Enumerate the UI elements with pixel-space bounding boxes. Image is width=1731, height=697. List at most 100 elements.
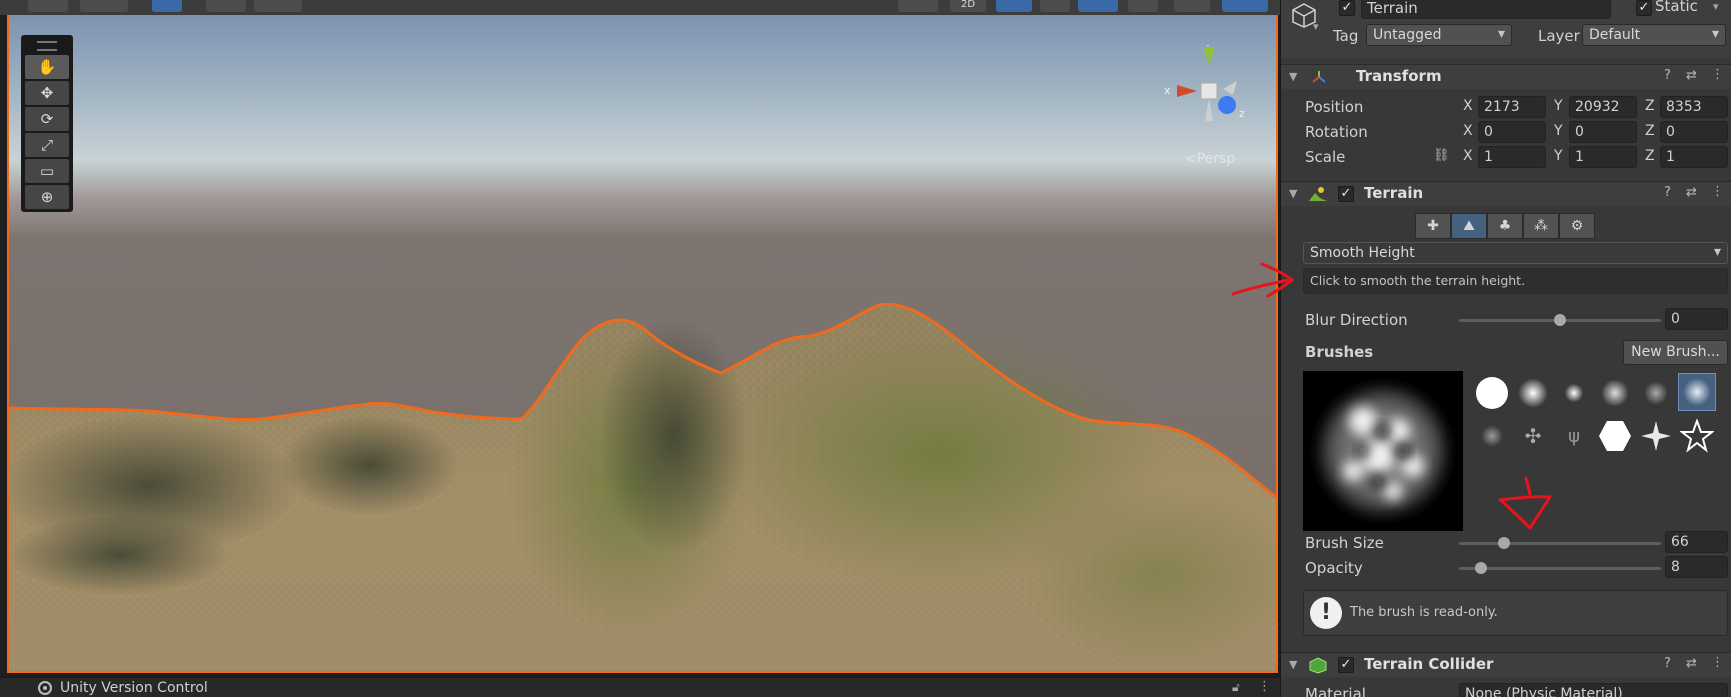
scale-z-field[interactable]: 1: [1660, 146, 1728, 168]
static-checkbox[interactable]: ✓: [1636, 0, 1652, 16]
blur-direction-field[interactable]: 0: [1665, 308, 1728, 330]
position-y-field[interactable]: 20932: [1569, 96, 1637, 118]
gizmo-center-cube[interactable]: [1200, 82, 1218, 100]
hand-tool-icon[interactable]: ✋: [25, 55, 69, 79]
palette-grip[interactable]: [37, 41, 57, 51]
rotation-y-field[interactable]: 0: [1569, 121, 1637, 143]
icon-dropdown-icon[interactable]: ▾: [1313, 20, 1319, 33]
terrain-enabled-checkbox[interactable]: ✓: [1338, 186, 1354, 202]
rotation-x-field[interactable]: 0: [1478, 121, 1546, 143]
brush-size-knob[interactable]: [1498, 537, 1510, 549]
position-z-axis[interactable]: Z: [1645, 98, 1655, 114]
transform-header[interactable]: ▼ Transform ? ⇄ ⋮: [1281, 64, 1731, 89]
brush-selected-icon[interactable]: [1678, 373, 1716, 411]
terrain-foldout-icon[interactable]: ▼: [1289, 187, 1297, 200]
version-control-icon[interactable]: [38, 680, 52, 695]
transform-foldout-icon[interactable]: ▼: [1289, 70, 1297, 83]
paint-terrain-icon[interactable]: ⛰: [1451, 213, 1487, 239]
brush-size-track[interactable]: [1459, 542, 1661, 545]
audio-button[interactable]: [1040, 0, 1070, 12]
brush-grass-icon[interactable]: ψ: [1555, 417, 1593, 455]
scale-y-axis[interactable]: Y: [1554, 148, 1563, 164]
component-menu-icon[interactable]: ⋮: [1711, 67, 1724, 82]
brush-soft-circle-icon[interactable]: [1514, 374, 1552, 412]
terrain-tool-dropdown[interactable]: Smooth Height: [1303, 242, 1728, 264]
lighting-button[interactable]: [996, 0, 1032, 12]
rotation-y-axis[interactable]: Y: [1554, 123, 1563, 139]
material-field[interactable]: None (Physic Material): [1459, 683, 1728, 697]
terrain-collider-enabled-checkbox[interactable]: ✓: [1338, 657, 1354, 673]
scale-x-axis[interactable]: X: [1463, 148, 1473, 164]
toggle-2d-button[interactable]: 2D: [950, 0, 986, 12]
scale-x-field[interactable]: 1: [1478, 146, 1546, 168]
collider-help-icon[interactable]: ?: [1664, 656, 1671, 671]
snap-button[interactable]: [206, 0, 246, 12]
rotate-tool-icon[interactable]: ⟳: [25, 107, 69, 131]
transform-tool-icon[interactable]: ⊕: [25, 185, 69, 209]
shading-button[interactable]: [898, 0, 938, 12]
collider-menu-icon[interactable]: ⋮: [1711, 655, 1724, 670]
brush-cloud-icon[interactable]: [1596, 374, 1634, 412]
pivot-button[interactable]: [152, 0, 182, 12]
more-menu-icon[interactable]: ⋮: [1258, 679, 1271, 694]
paint-details-icon[interactable]: ⁂: [1523, 213, 1559, 239]
presets-icon[interactable]: ⇄: [1686, 68, 1697, 83]
blur-direction-knob[interactable]: [1554, 314, 1566, 326]
brush-size-field[interactable]: 66: [1665, 531, 1728, 553]
gizmo-x-cone[interactable]: [1177, 85, 1197, 97]
brush-hexagon-icon[interactable]: [1596, 417, 1634, 455]
collider-presets-icon[interactable]: ⇄: [1686, 656, 1697, 671]
orientation-gizmo[interactable]: y x z: [1161, 45, 1261, 145]
paint-trees-icon[interactable]: ♣: [1487, 213, 1523, 239]
terrain-collider-header[interactable]: ▼ ✓ Terrain Collider ? ⇄ ⋮: [1281, 652, 1731, 677]
constrain-proportions-icon[interactable]: ⛓︎: [1433, 148, 1450, 163]
opacity-knob[interactable]: [1475, 562, 1487, 574]
static-dropdown-icon[interactable]: ▾: [1713, 0, 1719, 13]
gizmo-toggle-button[interactable]: [80, 0, 128, 12]
gizmo-neg-x-cone[interactable]: [1223, 81, 1237, 95]
brush-crack-icon[interactable]: ✣: [1514, 417, 1552, 455]
position-x-field[interactable]: 2173: [1478, 96, 1546, 118]
tag-dropdown[interactable]: Untagged: [1366, 24, 1512, 46]
rotation-z-field[interactable]: 0: [1660, 121, 1728, 143]
lock-icon[interactable]: 🔓︎: [1232, 680, 1240, 695]
layer-dropdown[interactable]: Default: [1582, 24, 1726, 46]
hidden-objects-button[interactable]: [1128, 0, 1158, 12]
scale-tool-icon[interactable]: ⤢: [25, 133, 69, 157]
scale-y-field[interactable]: 1: [1569, 146, 1637, 168]
gizmo-neg-y-cone[interactable]: [1205, 99, 1213, 121]
projection-toggle[interactable]: <Persp: [1185, 151, 1235, 167]
terrain-help-icon[interactable]: ?: [1664, 185, 1671, 200]
rotation-z-axis[interactable]: Z: [1645, 123, 1655, 139]
terrain-menu-icon[interactable]: ⋮: [1711, 184, 1724, 199]
brush-star-outline-icon[interactable]: [1678, 417, 1716, 455]
brush-star-burst-icon[interactable]: [1637, 417, 1675, 455]
position-z-field[interactable]: 8353: [1660, 96, 1728, 118]
camera-button[interactable]: [1174, 0, 1210, 12]
gizmo-z-cone[interactable]: [1218, 96, 1236, 114]
brush-splatter-icon[interactable]: [1473, 417, 1511, 455]
terrain-header[interactable]: ▼ ✓ Terrain ? ⇄ ⋮: [1281, 181, 1731, 206]
brush-hard-circle-icon[interactable]: [1473, 374, 1511, 412]
gizmo-y-cone[interactable]: [1203, 47, 1215, 65]
opacity-field[interactable]: 8: [1665, 556, 1728, 578]
help-icon[interactable]: ?: [1664, 68, 1671, 83]
version-control-label[interactable]: Unity Version Control: [60, 680, 208, 696]
brush-small-soft-icon[interactable]: [1555, 374, 1593, 412]
move-tool-icon[interactable]: ✥: [25, 81, 69, 105]
position-y-axis[interactable]: Y: [1554, 98, 1563, 114]
grid-button[interactable]: [254, 0, 302, 12]
brush-noise-icon[interactable]: [1637, 374, 1675, 412]
terrain-collider-foldout-icon[interactable]: ▼: [1289, 658, 1297, 671]
rotation-x-axis[interactable]: X: [1463, 123, 1473, 139]
effects-button[interactable]: [1078, 0, 1118, 12]
terrain-settings-icon[interactable]: ⚙: [1559, 213, 1595, 239]
terrain-presets-icon[interactable]: ⇄: [1686, 185, 1697, 200]
new-brush-button[interactable]: New Brush...: [1623, 340, 1728, 365]
rect-tool-icon[interactable]: ▭: [25, 159, 69, 183]
scale-z-axis[interactable]: Z: [1645, 148, 1655, 164]
draw-mode-button[interactable]: [28, 0, 68, 12]
active-checkbox[interactable]: ✓: [1339, 0, 1355, 16]
gizmos-button[interactable]: [1222, 0, 1268, 12]
object-name-field[interactable]: Terrain: [1361, 0, 1611, 19]
